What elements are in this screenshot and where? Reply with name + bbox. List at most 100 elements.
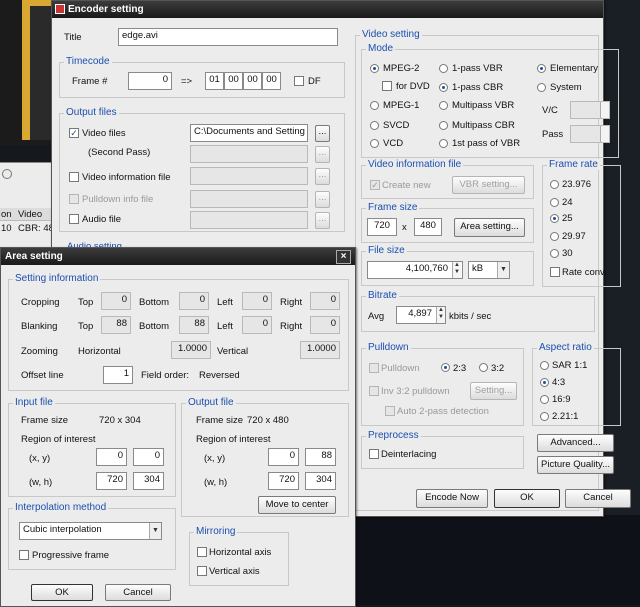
- mirror-horizontal-checkbox[interactable]: [197, 547, 207, 557]
- bitrate-unit: kbits / sec: [449, 311, 492, 322]
- output-w-input[interactable]: 720: [268, 472, 299, 490]
- fps-2997-radio[interactable]: [550, 232, 559, 241]
- pulldown-32-radio[interactable]: [479, 363, 488, 372]
- video-info-input: [190, 167, 308, 185]
- video-path-input[interactable]: C:\Documents and Setting: [190, 124, 308, 142]
- mirroring-title: Mirroring: [194, 526, 238, 537]
- mpeg1-radio[interactable]: [370, 101, 379, 110]
- frame-x-label: x: [402, 222, 407, 233]
- video-info-checkbox[interactable]: [69, 172, 79, 182]
- mpeg2-label: MPEG-2: [383, 63, 420, 74]
- encode-now-button[interactable]: Encode Now: [416, 489, 488, 508]
- output-file-group: Output file Frame size 720 x 480 Region …: [181, 397, 349, 517]
- fps-25-radio[interactable]: [550, 214, 559, 223]
- file-size-input[interactable]: 4,100,760: [367, 261, 463, 279]
- mpeg2-radio[interactable]: [370, 64, 379, 73]
- file-size-unit-select[interactable]: kB ▼: [468, 261, 510, 279]
- area-ok-button[interactable]: OK: [31, 584, 93, 601]
- encoder-cancel-button[interactable]: Cancel: [565, 489, 631, 508]
- timecode-frames[interactable]: 00: [262, 72, 281, 90]
- input-x-input[interactable]: 0: [96, 448, 127, 466]
- preprocess-title: Preprocess: [366, 430, 421, 441]
- system-radio[interactable]: [537, 83, 546, 92]
- elementary-radio[interactable]: [537, 64, 546, 73]
- deinterlacing-checkbox[interactable]: [369, 449, 379, 459]
- bitrate-spin[interactable]: ▲ ▼: [436, 307, 445, 323]
- progressive-label: Progressive frame: [32, 550, 110, 561]
- input-h-input[interactable]: 304: [133, 472, 164, 490]
- auto-2pass-label: Auto 2-pass detection: [397, 406, 489, 417]
- first-vbr-radio[interactable]: [439, 139, 448, 148]
- frame-rate-group: Frame rate 23.976 24 25 29.97 30 Rate co…: [542, 159, 621, 287]
- frame-width-input[interactable]: 720: [367, 218, 397, 236]
- video-info-browse[interactable]: ...: [315, 168, 330, 185]
- area-setting-button[interactable]: Area setting...: [454, 218, 525, 237]
- output-wh-label: (w, h): [204, 477, 228, 488]
- area-cancel-button[interactable]: Cancel: [105, 584, 171, 601]
- close-icon[interactable]: ×: [336, 250, 351, 264]
- pulldown-info-label: Pulldown info file: [82, 194, 154, 205]
- multi-cbr-radio[interactable]: [439, 121, 448, 130]
- aspect-sar-radio[interactable]: [540, 361, 549, 370]
- timecode-minutes[interactable]: 00: [224, 72, 243, 90]
- title-input[interactable]: edge.avi: [118, 28, 338, 46]
- mirror-vertical-checkbox[interactable]: [197, 566, 207, 576]
- output-x-input[interactable]: 0: [268, 448, 299, 466]
- aspect-43-radio[interactable]: [540, 378, 549, 387]
- df-checkbox[interactable]: [294, 76, 304, 86]
- aspect-169-radio[interactable]: [540, 395, 549, 404]
- zoom-h-value: 1.0000: [171, 341, 211, 359]
- mpeg1-label: MPEG-1: [383, 100, 420, 111]
- vcd-radio[interactable]: [370, 139, 379, 148]
- for-dvd-checkbox[interactable]: [382, 81, 392, 91]
- output-h-input[interactable]: 304: [305, 472, 336, 490]
- video-files-checkbox[interactable]: ✓: [69, 128, 79, 138]
- move-to-center-button[interactable]: Move to center: [258, 496, 336, 514]
- encoder-titlebar[interactable]: Encoder setting: [52, 1, 603, 18]
- avg-label: Avg: [368, 311, 385, 322]
- multi-vbr-radio[interactable]: [439, 101, 448, 110]
- timecode-hours[interactable]: 01: [205, 72, 224, 90]
- pulldown-checkbox: [369, 363, 379, 373]
- vbr1-label: 1-pass VBR: [452, 63, 503, 74]
- multi-vbr-label: Multipass VBR: [452, 100, 515, 111]
- pulldown-info-input: [190, 190, 308, 208]
- frame-input[interactable]: 0: [128, 72, 172, 90]
- output-xy-label: (x, y): [204, 453, 226, 464]
- encoder-ok-button[interactable]: OK: [494, 489, 560, 508]
- auto-2pass-checkbox: [385, 406, 395, 416]
- zoom-horizontal-label: Horizontal: [78, 346, 121, 357]
- video-browse-button[interactable]: ...: [315, 125, 330, 142]
- pulldown-23-radio[interactable]: [441, 363, 450, 372]
- file-size-spin[interactable]: ▲ ▼: [452, 262, 461, 278]
- fps-24-radio[interactable]: [550, 198, 559, 207]
- timecode-seconds[interactable]: 00: [243, 72, 262, 90]
- frame-height-input[interactable]: 480: [414, 218, 442, 236]
- second-pass-browse[interactable]: ...: [315, 146, 330, 163]
- advanced-button[interactable]: Advanced...: [537, 434, 614, 452]
- progressive-checkbox[interactable]: [19, 550, 29, 560]
- cbr1-radio[interactable]: [439, 83, 448, 92]
- input-wh-label: (w, h): [29, 477, 53, 488]
- fps-23976-radio[interactable]: [550, 180, 559, 189]
- audio-file-checkbox[interactable]: [69, 214, 79, 224]
- input-frame-size-label: Frame size: [21, 415, 68, 426]
- area-titlebar[interactable]: Area setting ×: [1, 248, 355, 265]
- input-y-input[interactable]: 0: [133, 448, 164, 466]
- interpolation-select[interactable]: Cubic interpolation ▼: [19, 522, 162, 540]
- vbr1-radio[interactable]: [439, 64, 448, 73]
- aspect-221-radio[interactable]: [540, 412, 549, 421]
- fps-30-radio[interactable]: [550, 249, 559, 258]
- cbr1-label: 1-pass CBR: [452, 82, 504, 93]
- offset-line-input[interactable]: 1: [103, 366, 133, 384]
- input-roi-label: Region of interest: [21, 434, 96, 445]
- title-label: Title: [64, 32, 82, 43]
- rate-conv-checkbox[interactable]: [550, 267, 560, 277]
- background-list: on Video 10 CBR: 48: [0, 162, 54, 248]
- svcd-label: SVCD: [383, 120, 410, 131]
- video-setting-title: Video setting: [360, 29, 422, 40]
- picture-quality-button[interactable]: Picture Quality...: [537, 456, 614, 474]
- output-y-input[interactable]: 88: [305, 448, 336, 466]
- svcd-radio[interactable]: [370, 121, 379, 130]
- input-w-input[interactable]: 720: [96, 472, 127, 490]
